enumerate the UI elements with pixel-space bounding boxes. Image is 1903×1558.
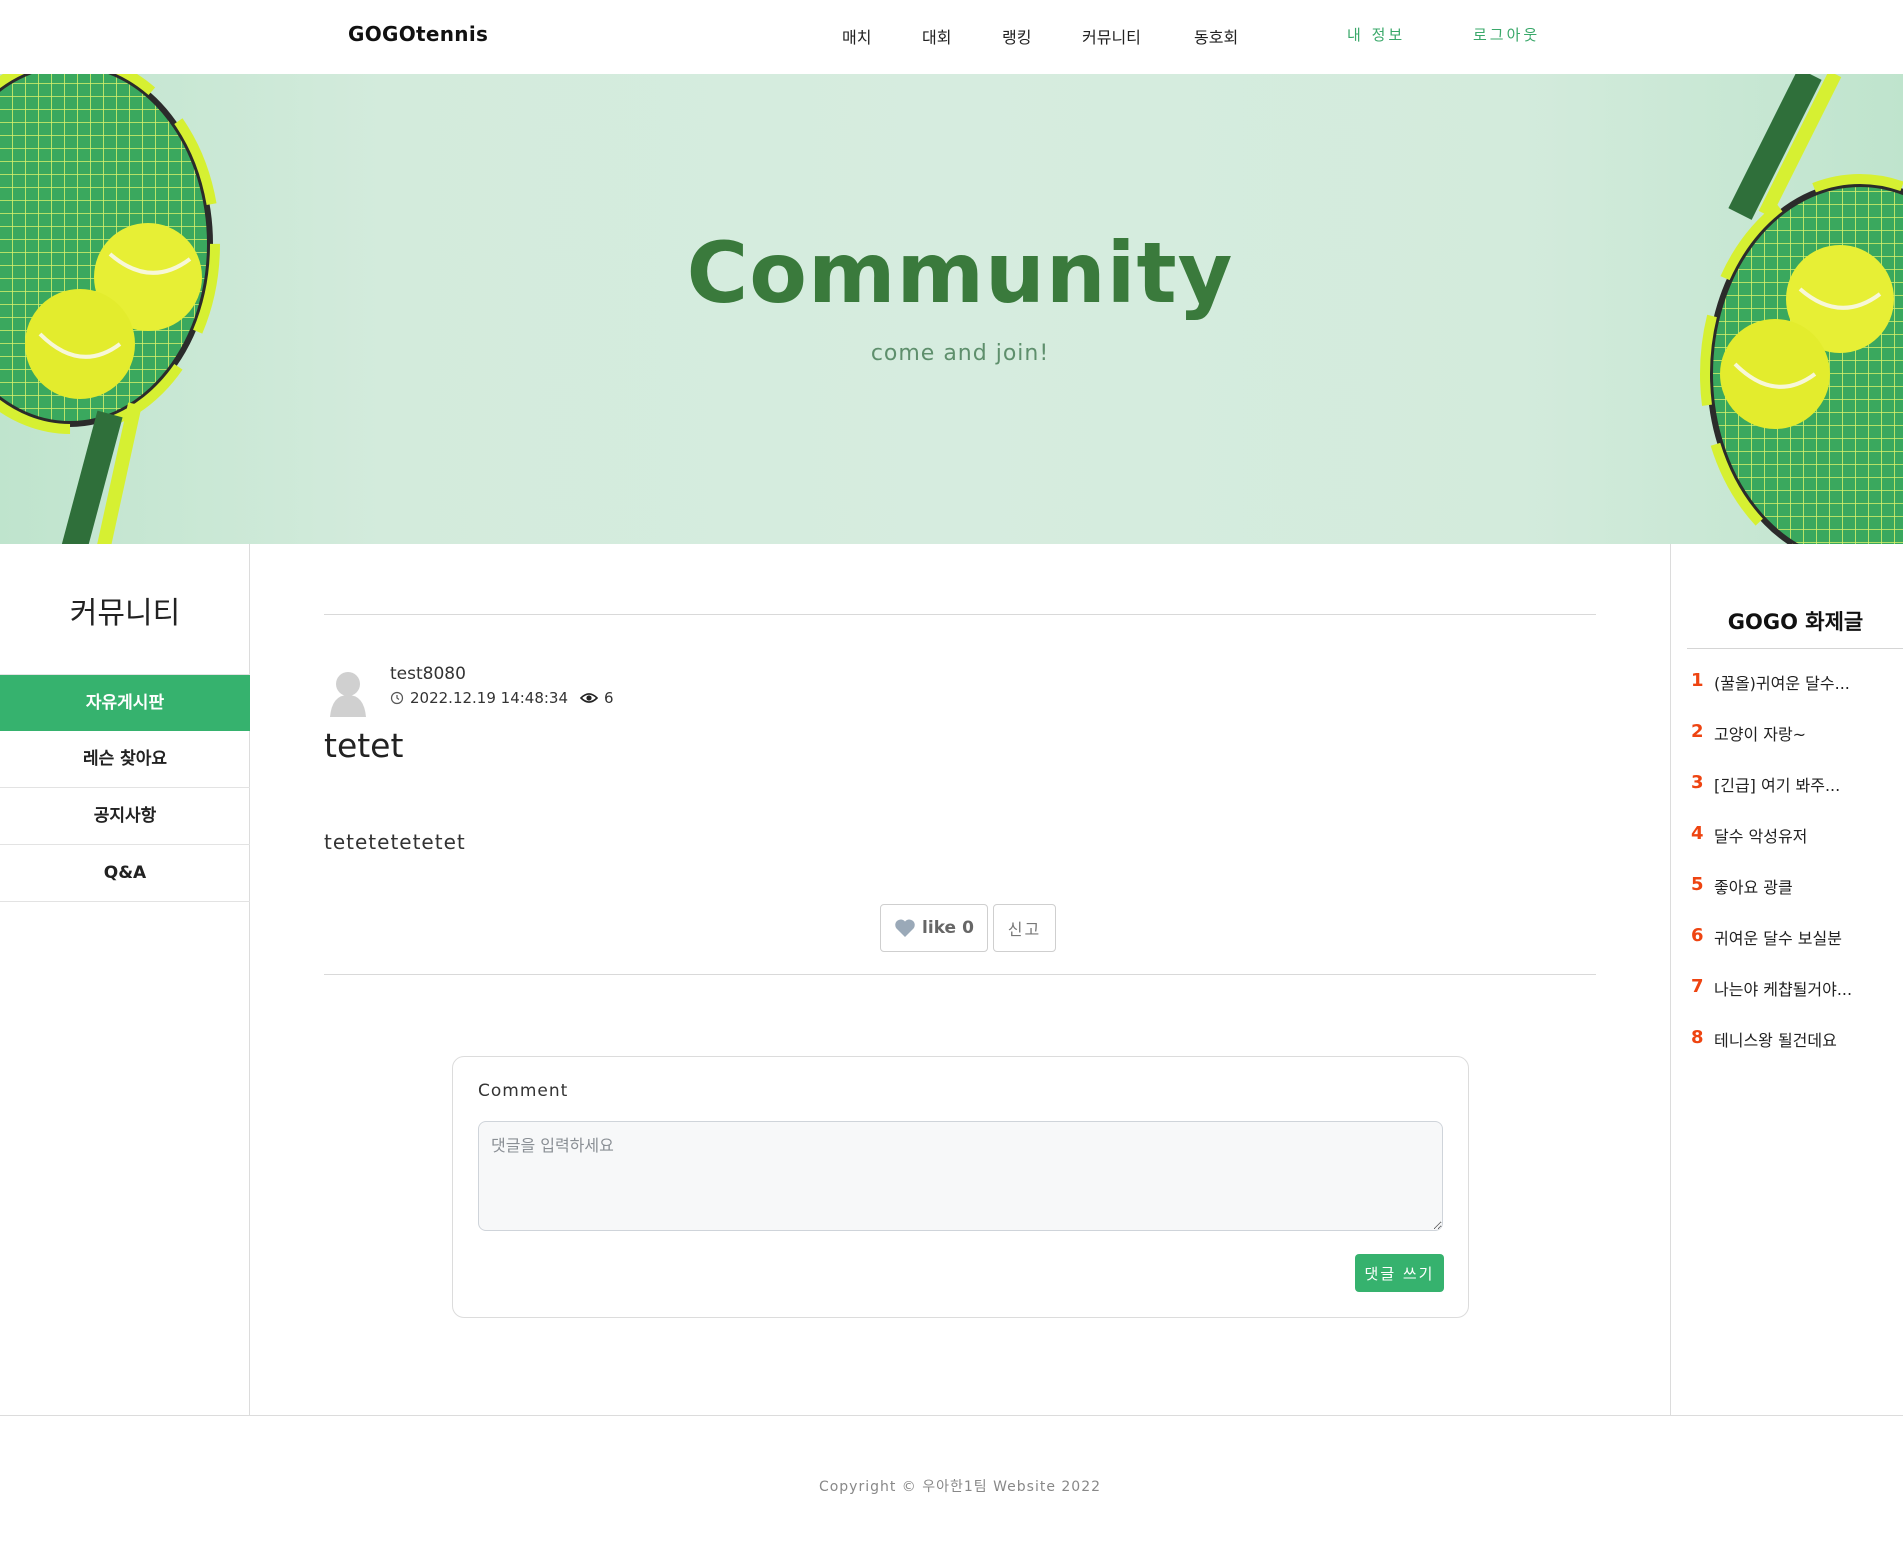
hero-banner: Community come and join! [0, 74, 1903, 544]
hot-post-rank: 6 [1691, 925, 1704, 946]
comment-form: Comment 댓글 쓰기 [452, 1056, 1469, 1318]
community-sidebar: 커뮤니티 자유게시판 레슨 찾아요 공지사항 Q&A [0, 544, 250, 1416]
hot-posts-title: GOGO 화제글 [1727, 610, 1864, 634]
hot-post-title: 좋아요 광클 [1714, 878, 1793, 897]
nav-ranking[interactable]: 랭킹 [1002, 24, 1031, 48]
hot-post-item[interactable]: 1 (꿀올)귀여운 달수... [1691, 670, 1901, 721]
avatar-icon [330, 672, 366, 717]
post-datetime: 2022.12.19 14:48:34 [410, 689, 569, 707]
hot-post-rank: 4 [1691, 823, 1704, 844]
hot-post-rank: 2 [1691, 721, 1704, 742]
hot-post-item[interactable]: 8 테니스왕 될건데요 [1691, 1027, 1901, 1078]
post-meta: 2022.12.19 14:48:34 6 [390, 689, 614, 707]
nav-club[interactable]: 동호회 [1194, 24, 1238, 48]
hot-post-title: 테니스왕 될건데요 [1714, 1031, 1837, 1050]
bottom-divider [324, 974, 1596, 975]
page-footer: Copyright © 우아한1팀 Website 2022 [0, 1415, 1903, 1558]
nav-tournament[interactable]: 대회 [922, 24, 951, 48]
hot-post-rank: 3 [1691, 772, 1704, 793]
nav-match[interactable]: 매치 [842, 24, 871, 48]
hot-post-item[interactable]: 2 고양이 자랑~ [1691, 721, 1901, 772]
hot-post-rank: 8 [1691, 1027, 1704, 1048]
like-count: 0 [962, 918, 974, 938]
sidebar-title: 커뮤니티 [69, 596, 181, 631]
comment-label: Comment [478, 1081, 569, 1101]
comment-submit-button[interactable]: 댓글 쓰기 [1355, 1254, 1444, 1292]
sidebar-item-qna[interactable]: Q&A [0, 845, 250, 902]
hot-post-title: (꿀올)귀여운 달수... [1714, 674, 1850, 693]
post-views: 6 [604, 689, 614, 707]
nav-community[interactable]: 커뮤니티 [1082, 24, 1141, 48]
hot-post-item[interactable]: 4 달수 악성유저 [1691, 823, 1901, 874]
hot-post-item[interactable]: 6 귀여운 달수 보실분 [1691, 925, 1901, 976]
hot-post-title: 달수 악성유저 [1714, 827, 1808, 846]
like-label: like [922, 918, 957, 938]
hot-post-title: 나는야 케챱될거야... [1714, 980, 1853, 999]
like-button[interactable]: like 0 [880, 904, 988, 952]
hot-post-item[interactable]: 3 [긴급] 여기 봐주... [1691, 772, 1901, 823]
hot-post-rank: 7 [1691, 976, 1704, 997]
hot-post-title: 고양이 자랑~ [1714, 725, 1807, 744]
top-divider [324, 614, 1596, 615]
hero-title: Community [686, 224, 1234, 322]
post-author: test8080 [390, 664, 466, 684]
clock-icon [390, 691, 404, 705]
hot-posts-sidebar: GOGO 화제글 1 (꿀올)귀여운 달수... 2 고양이 자랑~ 3 [긴급] 여… [1670, 544, 1903, 1416]
report-button[interactable]: 신고 [993, 904, 1056, 952]
hot-posts-list: 1 (꿀올)귀여운 달수... 2 고양이 자랑~ 3 [긴급] 여기 봐주... 4… [1691, 670, 1901, 1078]
sidebar-item-free-board[interactable]: 자유게시판 [0, 674, 250, 731]
hot-post-rank: 5 [1691, 874, 1704, 895]
hot-posts-divider [1687, 648, 1903, 649]
post-detail: test8080 2022.12.19 14:48:34 6 tetet tet… [250, 544, 1670, 1416]
hot-post-rank: 1 [1691, 670, 1704, 691]
sidebar-item-notice[interactable]: 공지사항 [0, 788, 250, 845]
hot-post-title: 귀여운 달수 보실분 [1714, 929, 1842, 948]
hot-post-title: [긴급] 여기 봐주... [1714, 776, 1841, 795]
hot-post-item[interactable]: 7 나는야 케챱될거야... [1691, 976, 1901, 1027]
top-navbar: GOGOtennis 매치 대회 랭킹 커뮤니티 동호회 내 정보 로그아웃 [0, 0, 1903, 74]
post-content: tetetetetetet [324, 830, 466, 854]
sidebar-menu: 자유게시판 레슨 찾아요 공지사항 Q&A [0, 674, 250, 902]
logout-link[interactable]: 로그아웃 [1473, 24, 1540, 45]
hero-subtitle: come and join! [870, 341, 1050, 366]
post-title: tetet [324, 726, 404, 765]
sidebar-item-lesson[interactable]: 레슨 찾아요 [0, 731, 250, 788]
hot-post-item[interactable]: 5 좋아요 광클 [1691, 874, 1901, 925]
eye-icon [580, 693, 599, 703]
comment-input[interactable] [478, 1121, 1443, 1231]
my-info-link[interactable]: 내 정보 [1347, 24, 1405, 45]
footer-copyright: Copyright © 우아한1팀 Website 2022 [818, 1479, 1102, 1495]
heart-icon [895, 919, 915, 937]
site-logo[interactable]: GOGOtennis [348, 22, 488, 46]
